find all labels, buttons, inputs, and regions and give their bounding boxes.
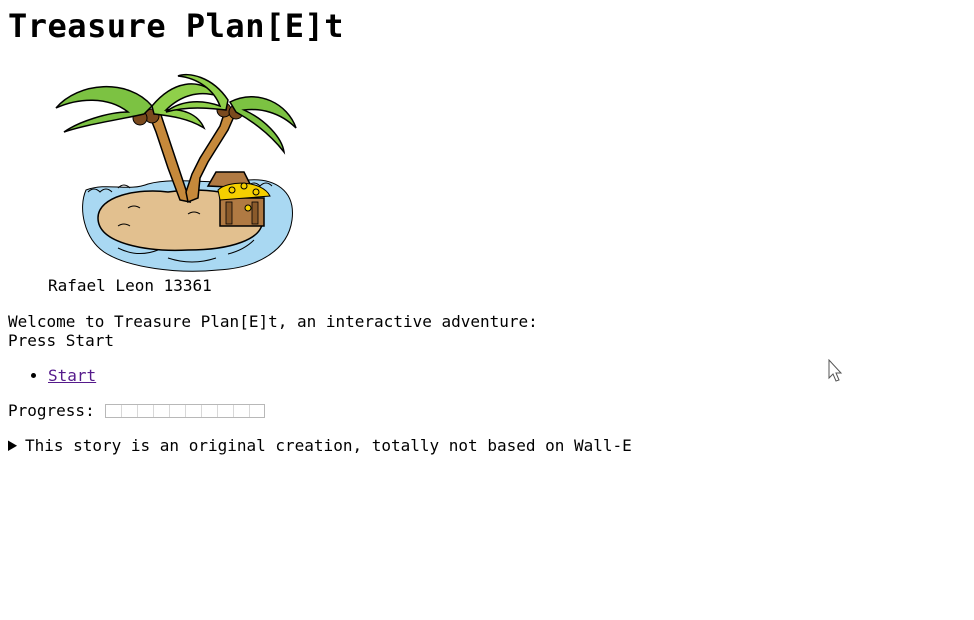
start-link[interactable]: Start	[48, 366, 96, 385]
mouse-cursor-icon	[828, 359, 843, 382]
page-title: Treasure Plan[E]t	[8, 7, 345, 45]
page: Treasure Plan[E]t Rafael Leon 13361 Welc…	[0, 0, 974, 620]
instruction-line: Press Start	[8, 331, 114, 350]
welcome-line: Welcome to Treasure Plan[E]t, an interac…	[8, 312, 538, 331]
progress-label: Progress:	[8, 401, 95, 420]
story-details[interactable]: This story is an original creation, tota…	[8, 436, 966, 455]
image-caption: Rafael Leon 13361	[48, 276, 212, 295]
progress-bar	[104, 403, 265, 418]
hero-figure: Rafael Leon 13361	[48, 68, 308, 296]
progress-row: Progress:	[8, 401, 966, 420]
story-details-summary[interactable]: This story is an original creation, tota…	[8, 436, 966, 455]
intro-text: Welcome to Treasure Plan[E]t, an interac…	[8, 312, 966, 350]
palm-island-illustration	[55, 73, 297, 272]
choice-list: Start	[8, 366, 966, 385]
